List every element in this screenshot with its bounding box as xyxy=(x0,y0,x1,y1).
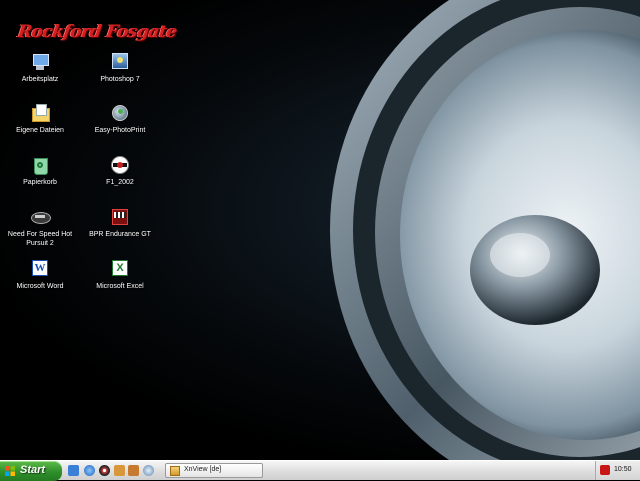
desktop-icon-photoshop[interactable]: Photoshop 7 xyxy=(80,52,160,84)
photoshop-icon xyxy=(110,52,130,72)
quicklaunch-media-icon[interactable] xyxy=(99,465,110,476)
f1-game-icon xyxy=(110,155,130,175)
desktop-icon-bpr-endurance[interactable]: BPR Endurance GT xyxy=(80,207,160,239)
icon-label: Microsoft Excel xyxy=(96,283,144,290)
icon-label: BPR Endurance GT xyxy=(89,231,151,238)
icon-label: Eigene Dateien xyxy=(16,127,64,134)
quicklaunch-desktop-icon[interactable] xyxy=(68,465,79,476)
nfs-game-icon xyxy=(30,207,51,227)
taskbar: Start XnView [de] 10:50 xyxy=(0,460,640,481)
taskbar-button-label: XnView [de] xyxy=(184,466,222,473)
word-icon: W xyxy=(30,259,50,279)
start-label: Start xyxy=(20,464,46,476)
clock[interactable]: 10:50 xyxy=(614,466,632,473)
excel-icon: X xyxy=(110,259,130,279)
icon-label: Need For Speed Hot Pursuit 2 xyxy=(7,231,73,247)
quicklaunch-app2-icon[interactable] xyxy=(128,465,139,476)
recycle-bin-icon xyxy=(30,155,50,175)
bpr-game-icon xyxy=(110,207,130,227)
speaker-wallpaper xyxy=(330,0,640,460)
icon-label: Papierkorb xyxy=(23,179,57,186)
my-computer-icon xyxy=(30,52,50,72)
my-documents-icon xyxy=(30,103,50,123)
desktop-icon-f1-2002[interactable]: F1_2002 xyxy=(80,155,160,187)
desktop-icon-excel[interactable]: X Microsoft Excel xyxy=(80,259,160,291)
quicklaunch-app3-icon[interactable] xyxy=(143,465,154,476)
desktop: Rockford Fosgate Arbeitsplatz Eigene Dat… xyxy=(0,0,640,460)
tray-app-icon[interactable] xyxy=(600,465,610,475)
system-tray: 10:50 xyxy=(595,461,640,480)
desktop-icon-arbeitsplatz[interactable]: Arbeitsplatz xyxy=(0,52,80,84)
desktop-icon-easy-photoprint[interactable]: Easy-PhotoPrint xyxy=(80,103,160,135)
taskbar-button-xnview[interactable]: XnView [de] xyxy=(165,463,263,478)
brand-logo: Rockford Fosgate xyxy=(16,22,179,42)
icon-label: F1_2002 xyxy=(106,179,134,186)
quicklaunch-ie-icon[interactable] xyxy=(84,465,95,476)
desktop-icon-need-for-speed[interactable]: Need For Speed Hot Pursuit 2 xyxy=(0,207,80,248)
start-button[interactable]: Start xyxy=(0,461,62,481)
desktop-icon-papierkorb[interactable]: Papierkorb xyxy=(0,155,80,187)
icon-label: Easy-PhotoPrint xyxy=(94,127,146,134)
icon-label: Arbeitsplatz xyxy=(21,76,59,83)
windows-logo-icon xyxy=(5,466,15,476)
xnview-icon xyxy=(170,466,180,476)
icon-label: Photoshop 7 xyxy=(100,76,140,83)
photoprint-icon xyxy=(110,103,130,123)
icon-label: Microsoft Word xyxy=(16,283,64,290)
quicklaunch-app-icon[interactable] xyxy=(114,465,125,476)
desktop-icon-eigene-dateien[interactable]: Eigene Dateien xyxy=(0,103,80,135)
desktop-icon-word[interactable]: W Microsoft Word xyxy=(0,259,80,291)
